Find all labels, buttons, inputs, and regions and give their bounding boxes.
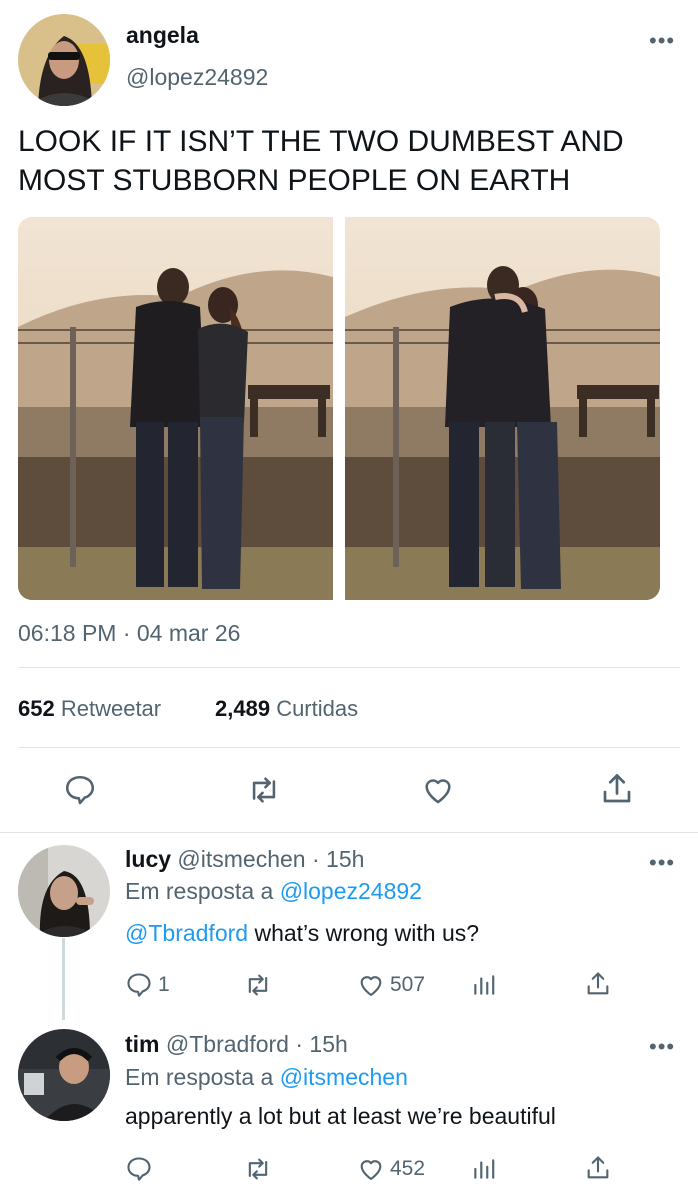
reply-icon[interactable] <box>62 772 98 808</box>
tweet-timestamp[interactable]: 06:18 PM · 04 mar 26 <box>18 620 240 647</box>
reply-header-tim: tim @Tbradford · 15h <box>125 1031 348 1058</box>
like-icon[interactable] <box>419 772 457 808</box>
reply-time[interactable]: · 15h <box>312 846 364 872</box>
retweet-icon[interactable] <box>244 772 284 808</box>
reply-name[interactable]: lucy <box>125 846 171 872</box>
reply-body: apparently a lot but at least we’re beau… <box>125 1103 556 1129</box>
reply-handle[interactable]: @itsmechen <box>177 846 305 872</box>
share-icon[interactable] <box>598 770 636 808</box>
author-display-name[interactable]: angela <box>126 22 199 49</box>
reply-time[interactable]: · 15h <box>295 1031 347 1057</box>
thread-line <box>62 938 65 1020</box>
likes-label: Curtidas <box>276 696 359 721</box>
tweet-text-line-2: MOST STUBBORN PEOPLE ON EARTH <box>18 164 571 197</box>
reply-icon[interactable] <box>124 1154 154 1184</box>
like-icon[interactable] <box>356 1154 386 1184</box>
author-handle[interactable]: @lopez24892 <box>126 64 268 91</box>
reply-handle[interactable]: @Tbradford <box>166 1031 289 1057</box>
likes-count: 2,489 <box>215 696 271 721</box>
reply-name[interactable]: tim <box>125 1031 160 1057</box>
retweets-count: 652 <box>18 696 55 721</box>
reply-body: what’s wrong with us? <box>254 920 480 946</box>
more-options-icon[interactable]: ••• <box>649 852 675 874</box>
tweet-text-line-1: LOOK IF IT ISN’T THE TWO DUMBEST AND <box>18 125 624 158</box>
reply-count: 1 <box>158 973 170 996</box>
reply-icon[interactable] <box>124 970 154 1000</box>
share-icon[interactable] <box>583 1153 613 1183</box>
section-divider <box>0 832 698 833</box>
analytics-icon[interactable] <box>470 970 498 1000</box>
more-options-icon[interactable]: ••• <box>649 1036 675 1058</box>
tweet-photo-1[interactable] <box>18 217 333 600</box>
divider <box>18 747 680 748</box>
more-options-icon[interactable]: ••• <box>649 30 675 52</box>
share-icon[interactable] <box>583 969 613 999</box>
retweets-label: Retweetar <box>60 696 162 721</box>
tweet-photo-2[interactable] <box>345 217 660 600</box>
like-count: 452 <box>390 1157 426 1180</box>
tweet-text: LOOK IF IT ISN’T THE TWO DUMBEST AND MOS… <box>18 122 624 200</box>
retweets-stat[interactable]: 652 Retweetar <box>18 696 161 722</box>
mention-link[interactable]: @Tbradford <box>125 920 248 946</box>
reply-avatar-tim[interactable] <box>18 1029 110 1121</box>
reply-context: Em resposta a @itsmechen <box>125 1064 408 1091</box>
author-avatar[interactable] <box>18 14 110 106</box>
retweet-icon[interactable] <box>242 1154 274 1184</box>
likes-stat[interactable]: 2,489 Curtidas <box>215 696 358 722</box>
reply-text: @Tbradford what’s wrong with us? <box>125 920 479 947</box>
reply-to-link[interactable]: @lopez24892 <box>280 878 422 904</box>
reply-header-lucy: lucy @itsmechen · 15h <box>125 846 364 873</box>
analytics-icon[interactable] <box>470 1154 498 1184</box>
like-icon[interactable] <box>356 970 386 1000</box>
like-count: 507 <box>390 973 426 996</box>
reply-to-link[interactable]: @itsmechen <box>280 1064 408 1090</box>
divider <box>18 667 680 668</box>
retweet-icon[interactable] <box>242 970 274 1000</box>
reply-prefix: Em resposta a <box>125 878 274 904</box>
reply-prefix: Em resposta a <box>125 1064 274 1090</box>
reply-context: Em resposta a @lopez24892 <box>125 878 422 905</box>
reply-avatar-lucy[interactable] <box>18 845 110 937</box>
